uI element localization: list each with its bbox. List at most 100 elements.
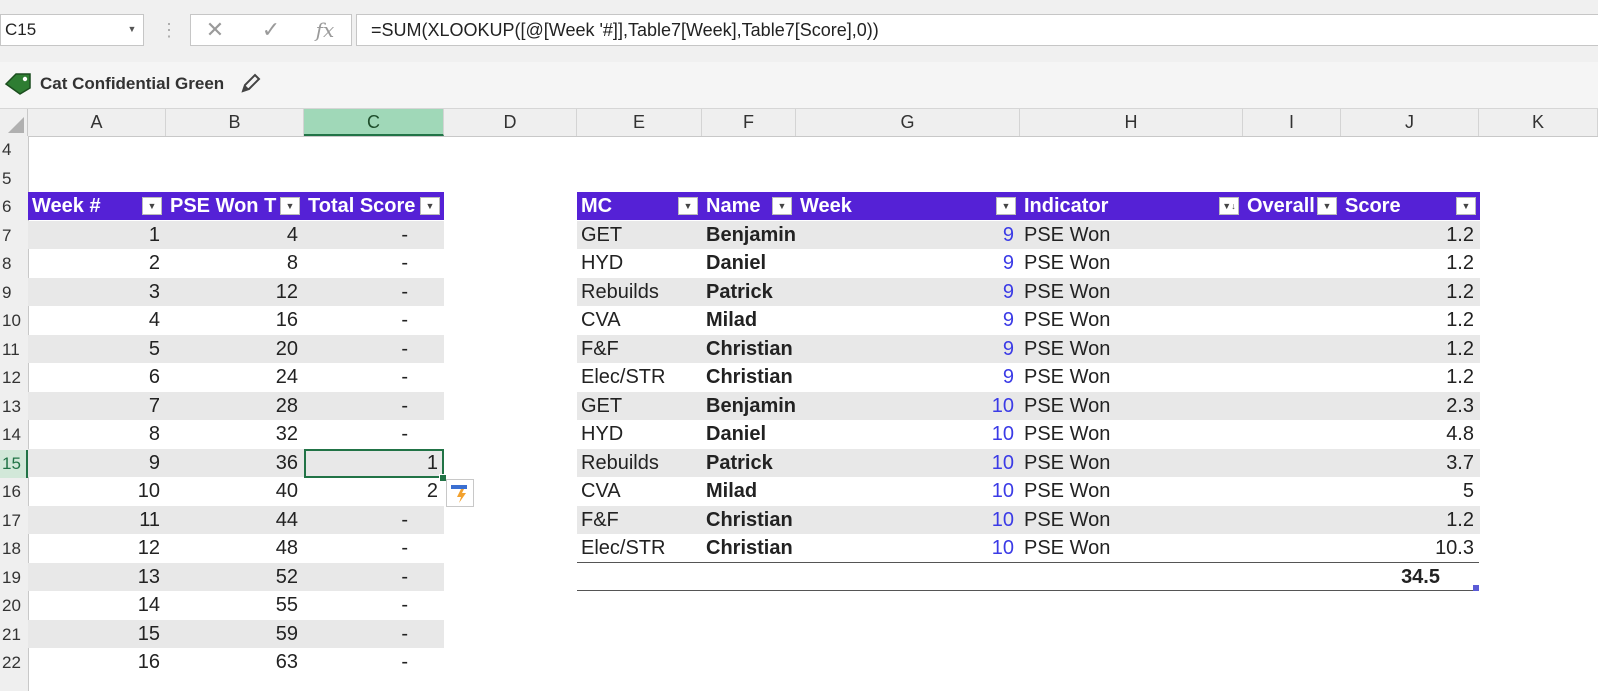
table-cell[interactable]: 1.2 — [1341, 306, 1480, 334]
table-cell[interactable]: 9 — [796, 306, 1020, 334]
table-cell[interactable]: 32 — [166, 420, 304, 448]
table-cell[interactable]: 1.2 — [1341, 249, 1480, 277]
table-cell[interactable] — [1243, 392, 1341, 420]
table-cell[interactable] — [1243, 506, 1341, 534]
table-cell[interactable]: - — [304, 620, 444, 648]
table-cell[interactable]: 24 — [166, 363, 304, 391]
table-cell[interactable]: 9 — [796, 221, 1020, 249]
table-cell[interactable]: Benjamin — [702, 221, 796, 249]
enter-icon[interactable]: ✓ — [251, 15, 291, 45]
table-cell[interactable]: 1.2 — [1341, 221, 1480, 249]
row-header-12[interactable]: 12 — [0, 364, 28, 392]
table-cell[interactable]: Christian — [702, 335, 796, 363]
row-header-8[interactable]: 8 — [0, 250, 28, 278]
formula-input[interactable]: =SUM(XLOOKUP([@[Week '#]],Table7[Week],T… — [356, 14, 1598, 46]
row-header-22[interactable]: 22 — [0, 649, 28, 677]
table-cell[interactable]: - — [304, 363, 444, 391]
table-cell[interactable] — [1243, 335, 1341, 363]
selected-cell[interactable] — [304, 449, 444, 478]
table-cell[interactable]: 8 — [28, 420, 166, 448]
filter-dropdown-icon[interactable]: ▼ — [1317, 197, 1337, 215]
table-cell[interactable] — [1243, 363, 1341, 391]
filter-dropdown-icon[interactable]: ▼ — [678, 197, 698, 215]
table-cell[interactable]: 40 — [166, 477, 304, 505]
column-header-g[interactable]: G — [796, 109, 1020, 136]
row-header-19[interactable]: 19 — [0, 564, 28, 592]
insert-function-icon[interactable]: fx — [305, 15, 345, 45]
table-cell[interactable]: PSE Won — [1020, 221, 1243, 249]
table-cell[interactable]: 63 — [166, 648, 304, 676]
more-options-icon[interactable]: ⋮ — [160, 16, 178, 46]
row-header-16[interactable]: 16 — [0, 478, 28, 506]
table-cell[interactable]: 2 — [28, 249, 166, 277]
table-cell[interactable]: 1.2 — [1341, 335, 1480, 363]
table-cell[interactable]: GET — [577, 221, 702, 249]
table-cell[interactable]: Benjamin — [702, 392, 796, 420]
filter-dropdown-icon[interactable]: ▼ — [996, 197, 1016, 215]
table-cell[interactable]: Christian — [702, 506, 796, 534]
table-cell[interactable]: Patrick — [702, 449, 796, 477]
table-cell[interactable]: - — [304, 591, 444, 619]
table-cell[interactable]: Rebuilds — [577, 449, 702, 477]
name-box[interactable]: C15 — [0, 14, 144, 46]
table-cell[interactable]: Christian — [702, 363, 796, 391]
flash-fill-icon[interactable] — [446, 479, 474, 507]
table-cell[interactable]: - — [304, 249, 444, 277]
table-cell[interactable]: 55 — [166, 591, 304, 619]
table-cell[interactable]: 9 — [796, 363, 1020, 391]
table-cell[interactable]: 48 — [166, 534, 304, 562]
table-cell[interactable]: 9 — [796, 335, 1020, 363]
table-cell[interactable]: 44 — [166, 506, 304, 534]
table-cell[interactable]: - — [304, 335, 444, 363]
table-cell[interactable]: 10 — [796, 449, 1020, 477]
filter-dropdown-icon[interactable]: ▼ — [420, 197, 440, 215]
table-cell[interactable]: 10 — [28, 477, 166, 505]
table-cell[interactable]: 2 — [304, 477, 444, 505]
table-cell[interactable] — [1243, 221, 1341, 249]
table-cell[interactable]: 1 — [28, 221, 166, 249]
table-cell[interactable]: F&F — [577, 335, 702, 363]
table-cell[interactable] — [1243, 534, 1341, 562]
table-cell[interactable] — [1243, 420, 1341, 448]
table-cell[interactable]: 6 — [28, 363, 166, 391]
table-resize-handle[interactable] — [1473, 585, 1479, 591]
table-cell[interactable]: 20 — [166, 335, 304, 363]
table-cell[interactable]: 52 — [166, 563, 304, 591]
table-cell[interactable]: 10 — [796, 477, 1020, 505]
table-cell[interactable] — [1243, 449, 1341, 477]
table-cell[interactable]: - — [304, 278, 444, 306]
chevron-down-icon[interactable]: ▼ — [124, 14, 140, 46]
column-header-e[interactable]: E — [577, 109, 702, 136]
row-header-7[interactable]: 7 — [0, 222, 28, 250]
column-header-f[interactable]: F — [702, 109, 796, 136]
table-cell[interactable]: PSE Won — [1020, 335, 1243, 363]
table-cell[interactable]: 13 — [28, 563, 166, 591]
table-cell[interactable]: - — [304, 306, 444, 334]
row-header-14[interactable]: 14 — [0, 421, 28, 449]
table-cell[interactable]: 4 — [166, 221, 304, 249]
table-cell[interactable]: 1.2 — [1341, 278, 1480, 306]
filter-dropdown-icon[interactable]: ▼ — [772, 197, 792, 215]
table-cell[interactable]: 10 — [796, 506, 1020, 534]
table-cell[interactable]: Milad — [702, 477, 796, 505]
table-cell[interactable]: - — [304, 420, 444, 448]
column-header-j[interactable]: J — [1341, 109, 1479, 136]
table-cell[interactable]: Elec/STR — [577, 363, 702, 391]
table-cell[interactable]: 9 — [28, 449, 166, 477]
table-cell[interactable]: 5 — [1341, 477, 1480, 505]
table-cell[interactable]: Christian — [702, 534, 796, 562]
table-cell[interactable]: 9 — [796, 249, 1020, 277]
table-cell[interactable]: 59 — [166, 620, 304, 648]
table-cell[interactable]: PSE Won — [1020, 506, 1243, 534]
column-header-d[interactable]: D — [444, 109, 577, 136]
table-cell[interactable]: HYD — [577, 249, 702, 277]
table-cell[interactable]: 10 — [796, 420, 1020, 448]
sort-filter-icon[interactable]: ▼↓ — [1219, 197, 1239, 215]
filter-dropdown-icon[interactable]: ▼ — [280, 197, 300, 215]
row-header-9[interactable]: 9 — [0, 279, 28, 307]
column-header-i[interactable]: I — [1243, 109, 1341, 136]
row-header-11[interactable]: 11 — [0, 336, 28, 364]
column-header-h[interactable]: H — [1020, 109, 1243, 136]
table-cell[interactable]: 10.3 — [1341, 534, 1480, 562]
column-header-k[interactable]: K — [1479, 109, 1598, 136]
